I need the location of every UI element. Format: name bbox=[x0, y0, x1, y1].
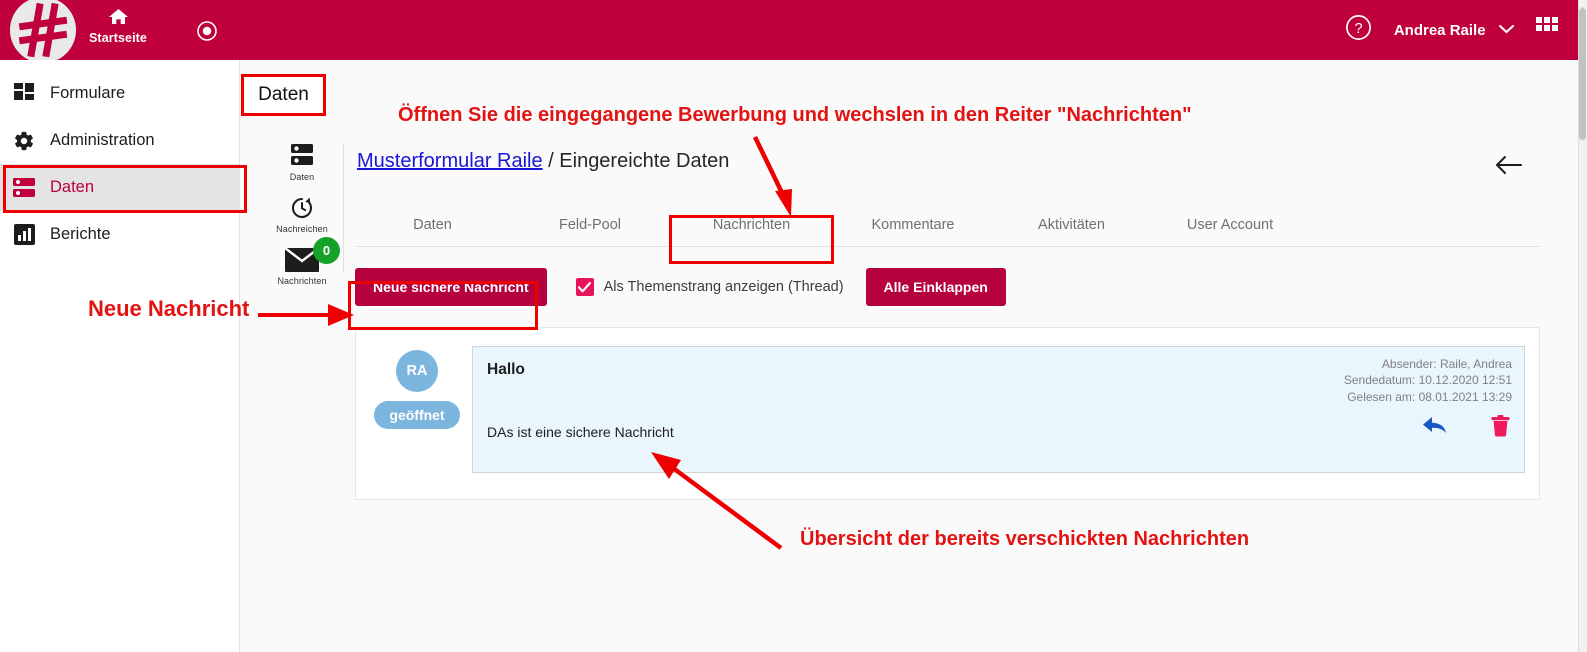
sidebar-item-label: Berichte bbox=[50, 225, 111, 243]
breadcrumb-current: Eingereichte Daten bbox=[559, 150, 730, 172]
message-body[interactable]: Hallo DAs ist eine sichere Nachricht Abs… bbox=[472, 346, 1525, 473]
message-sent-date: Sendedatum: 10.12.2020 12:51 bbox=[1343, 373, 1512, 388]
help-circle-icon[interactable]: ? bbox=[1345, 14, 1372, 46]
annotation-bottom-note: Übersicht der bereits verschickten Nachr… bbox=[800, 528, 1250, 550]
page-scrollbar[interactable] bbox=[1578, 0, 1587, 652]
tab-bar: Daten Feld-Pool Nachrichten Kommentare A… bbox=[355, 199, 1540, 247]
sidebar-item-label: Formulare bbox=[50, 84, 126, 102]
database-icon bbox=[262, 143, 342, 169]
back-button[interactable] bbox=[1495, 155, 1522, 180]
annotation-top-note: Öffnen Sie die eingegangene Bewerbung un… bbox=[398, 104, 1192, 126]
rail-item-daten[interactable]: Daten bbox=[262, 143, 342, 182]
home-label: Startseite bbox=[89, 31, 147, 45]
annotation-arrow-to-message-body bbox=[645, 452, 790, 557]
chevron-down-icon bbox=[1498, 21, 1515, 39]
thread-checkbox[interactable] bbox=[575, 278, 594, 296]
bar-chart-icon bbox=[12, 224, 36, 245]
gear-icon bbox=[12, 130, 36, 152]
scrollbar-up-arrow-icon[interactable] bbox=[1579, 1, 1586, 13]
annotation-box-new-message-button bbox=[348, 281, 538, 330]
message-text: DAs ist eine sichere Nachricht bbox=[487, 424, 674, 440]
forms-grid-icon bbox=[12, 83, 36, 104]
annotation-daten-label-box: Daten bbox=[241, 74, 326, 116]
scrollbar-thumb[interactable] bbox=[1579, 8, 1586, 140]
breadcrumb: Musterformular Raile / Eingereichte Date… bbox=[355, 150, 1540, 173]
rail-item-nachrichten[interactable]: 0 Nachrichten bbox=[262, 237, 342, 286]
trash-icon[interactable] bbox=[1491, 415, 1510, 442]
message-meta: Absender: Raile, Andrea Sendedatum: 10.1… bbox=[1344, 356, 1512, 405]
annotation-left-note: Neue Nachricht bbox=[88, 296, 250, 321]
annotation-arrow-to-nachrichten-tab bbox=[750, 135, 800, 225]
sidebar-item-berichte[interactable]: Berichte bbox=[0, 211, 239, 258]
unread-count-badge: 0 bbox=[313, 237, 340, 264]
home-button[interactable]: Startseite bbox=[86, 8, 150, 45]
user-menu[interactable]: Andrea Raile bbox=[1393, 21, 1515, 40]
breadcrumb-separator: / bbox=[542, 150, 560, 172]
tab-feld-pool[interactable]: Feld-Pool bbox=[510, 211, 670, 239]
message-sender-column: RA geöffnet bbox=[374, 346, 460, 473]
arrow-left-icon bbox=[1495, 156, 1522, 179]
section-icon-rail: Daten Nachreichen 0 Nachrichten bbox=[262, 143, 344, 299]
tab-kommentare[interactable]: Kommentare bbox=[833, 211, 993, 239]
collapse-all-button[interactable]: Alle Einklappen bbox=[865, 268, 1006, 306]
apps-grid-icon[interactable] bbox=[1536, 16, 1558, 44]
message-card: RA geöffnet Hallo DAs ist eine sichere N… bbox=[355, 327, 1540, 500]
breadcrumb-link-musterformular[interactable]: Musterformular Raile bbox=[357, 150, 543, 172]
left-sidebar: Formulare Administration Daten Berichte bbox=[0, 60, 240, 652]
user-name-label: Andrea Raile bbox=[1393, 21, 1486, 39]
avatar: RA bbox=[396, 350, 438, 392]
annotation-arrow-to-new-message-button bbox=[258, 303, 358, 327]
rail-item-nachreichen[interactable]: Nachreichen bbox=[262, 195, 342, 234]
thread-checkbox-group[interactable]: Als Themenstrang anzeigen (Thread) bbox=[575, 278, 844, 296]
status-badge: geöffnet bbox=[374, 401, 460, 429]
thread-checkbox-label: Als Themenstrang anzeigen (Thread) bbox=[603, 279, 844, 295]
reply-arrow-icon[interactable] bbox=[1422, 415, 1449, 442]
annotation-box-sidebar-daten bbox=[3, 165, 247, 213]
rail-item-label: Daten bbox=[289, 172, 315, 182]
message-read-date: Gelesen am: 08.01.2021 13:29 bbox=[1347, 389, 1512, 404]
rail-item-label: Nachrichten bbox=[277, 276, 327, 286]
app-logo[interactable] bbox=[10, 0, 76, 63]
home-icon bbox=[108, 8, 128, 30]
top-header-bar: Startseite ? Andrea Raile bbox=[0, 0, 1578, 63]
sidebar-item-administration[interactable]: Administration bbox=[0, 117, 239, 164]
message-actions bbox=[1422, 415, 1510, 442]
annotation-box-nachrichten-tab bbox=[669, 215, 834, 264]
sidebar-item-label: Administration bbox=[50, 131, 155, 149]
rail-divider bbox=[343, 143, 344, 273]
tab-user-account[interactable]: User Account bbox=[1150, 211, 1310, 239]
history-clock-icon bbox=[262, 195, 342, 221]
hash-logo-icon bbox=[10, 0, 76, 63]
svg-text:?: ? bbox=[1354, 21, 1362, 37]
tab-aktivitaeten[interactable]: Aktivitäten bbox=[993, 211, 1150, 239]
message-sender: Absender: Raile, Andrea bbox=[1381, 357, 1512, 371]
rail-item-label: Nachreichen bbox=[276, 224, 328, 234]
sidebar-item-formulare[interactable]: Formulare bbox=[0, 70, 239, 117]
tab-daten[interactable]: Daten bbox=[355, 211, 510, 239]
target-icon[interactable] bbox=[196, 20, 218, 47]
